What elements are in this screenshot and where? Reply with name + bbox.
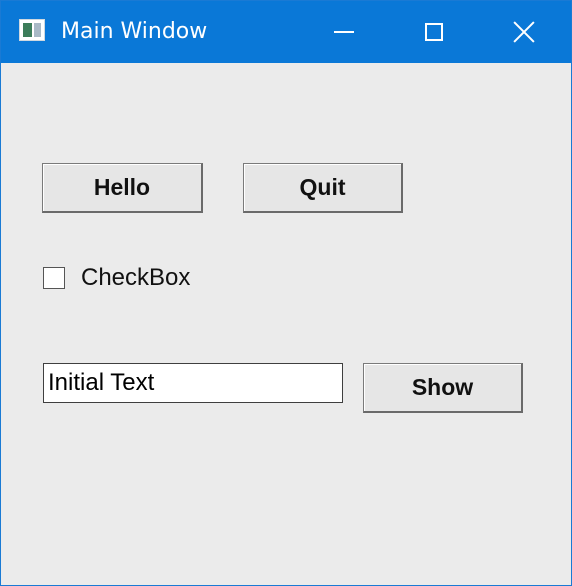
window-app-icon [19,19,45,41]
main-window: Main Window Hello Quit CheckBox Show [0,0,572,586]
text-input[interactable] [43,363,343,403]
close-icon [512,20,536,44]
maximize-button[interactable] [389,1,479,63]
checkbox-row[interactable]: CheckBox [43,263,190,293]
maximize-icon [425,23,443,41]
minimize-button[interactable] [299,1,389,63]
title-bar[interactable]: Main Window [1,1,571,63]
quit-button[interactable]: Quit [243,163,403,213]
show-button[interactable]: Show [363,363,523,413]
app-icon-pane-right [34,23,41,37]
close-button[interactable] [479,1,569,63]
minimize-icon [334,31,354,33]
checkbox[interactable] [43,267,65,289]
window-title: Main Window [61,19,208,44]
checkbox-label[interactable]: CheckBox [81,264,190,292]
hello-button[interactable]: Hello [42,163,203,213]
app-icon-pane-left [23,23,32,37]
